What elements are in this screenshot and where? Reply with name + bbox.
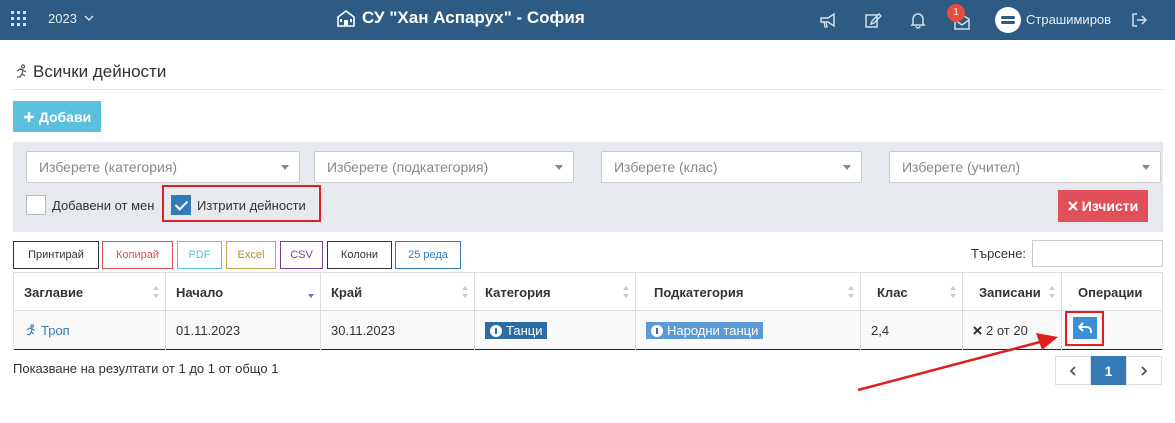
pagination: 1 bbox=[1055, 356, 1162, 385]
next-page-button[interactable] bbox=[1126, 356, 1162, 385]
page-title-text: Всички дейности bbox=[33, 62, 167, 81]
notification-badge: 1 bbox=[947, 4, 965, 22]
category-select[interactable]: Изберете (категория) bbox=[26, 151, 300, 183]
added-by-me-filter[interactable]: Добавени от мен bbox=[26, 194, 154, 216]
sort-desc-icon bbox=[308, 294, 314, 298]
clear-button-label: Изчисти bbox=[1081, 198, 1139, 214]
header-category[interactable]: Категория bbox=[474, 273, 635, 311]
category-select-placeholder: Изберете (категория) bbox=[39, 159, 178, 175]
info-icon bbox=[490, 324, 502, 337]
undo-icon bbox=[1078, 322, 1092, 333]
prev-page-button[interactable] bbox=[1055, 356, 1091, 385]
caret-down-icon bbox=[281, 165, 289, 170]
header-enrolled[interactable]: Записани bbox=[962, 273, 1061, 311]
search-label: Търсене: bbox=[971, 246, 1027, 261]
close-icon bbox=[973, 326, 982, 335]
logout-icon[interactable] bbox=[1130, 11, 1148, 29]
print-button[interactable]: Принтирай bbox=[13, 241, 99, 269]
activity-title-link[interactable]: Троп bbox=[41, 323, 70, 338]
school-name: СУ "Хан Аспарух" - София bbox=[336, 8, 585, 28]
header-class[interactable]: Клас bbox=[860, 273, 962, 311]
copy-button[interactable]: Копирай bbox=[102, 241, 173, 269]
page-button-1[interactable]: 1 bbox=[1091, 356, 1126, 385]
sort-icon bbox=[153, 286, 159, 298]
edit-icon[interactable] bbox=[864, 11, 882, 29]
divider bbox=[13, 89, 1163, 90]
added-by-me-checkbox[interactable] bbox=[26, 195, 46, 215]
chevron-down-icon[interactable] bbox=[84, 13, 94, 23]
caret-down-icon bbox=[555, 165, 563, 170]
subcategory-badge: Народни танци bbox=[646, 322, 764, 339]
running-person-icon bbox=[26, 324, 35, 336]
year-selector[interactable]: 2023 bbox=[48, 11, 77, 26]
add-button[interactable]: Добави bbox=[13, 101, 101, 132]
close-icon bbox=[1067, 201, 1078, 211]
sort-icon bbox=[950, 286, 956, 298]
table-row: Троп 01.11.2023 30.11.2023 Танци Народни… bbox=[13, 311, 1163, 350]
bell-icon[interactable] bbox=[909, 11, 927, 29]
added-by-me-label: Добавени от мен bbox=[52, 197, 155, 213]
cell-enrolled: 2 от 20 bbox=[962, 311, 1061, 350]
cell-category: Танци bbox=[474, 311, 635, 350]
header-start[interactable]: Начало bbox=[165, 273, 320, 311]
avatar[interactable] bbox=[995, 7, 1021, 33]
subcategory-select[interactable]: Изберете (подкатегория) bbox=[314, 151, 574, 183]
teacher-select-placeholder: Изберете (учител) bbox=[902, 159, 1021, 175]
teacher-select[interactable]: Изберете (учител) bbox=[889, 151, 1161, 183]
pdf-button[interactable]: PDF bbox=[177, 241, 222, 269]
info-icon bbox=[651, 324, 663, 337]
category-badge: Танци bbox=[485, 322, 548, 339]
rows-per-page-button[interactable]: 25 реда bbox=[395, 241, 461, 269]
username[interactable]: Страшимиров bbox=[1026, 12, 1111, 27]
csv-button[interactable]: CSV bbox=[280, 241, 323, 269]
columns-button[interactable]: Колони bbox=[327, 241, 392, 269]
add-button-label: Добави bbox=[38, 108, 92, 125]
cell-title[interactable]: Троп bbox=[13, 311, 165, 350]
header-subcategory[interactable]: Подкатегория bbox=[635, 273, 860, 311]
page-title: Всички дейности bbox=[13, 62, 166, 82]
excel-button[interactable]: Excel bbox=[226, 241, 276, 269]
sort-icon bbox=[848, 286, 854, 298]
header-title[interactable]: Заглавие bbox=[13, 273, 165, 311]
header-end[interactable]: Край bbox=[320, 273, 474, 311]
cell-start: 01.11.2023 bbox=[165, 311, 320, 350]
sort-icon bbox=[462, 286, 468, 298]
cell-class: 2,4 bbox=[860, 311, 962, 350]
results-info: Показване на резултати от 1 до 1 от общо… bbox=[13, 361, 279, 376]
activities-table: Заглавие Начало Край Категория Подкатего… bbox=[13, 272, 1163, 350]
sort-icon bbox=[623, 286, 629, 298]
chevron-left-icon bbox=[1069, 365, 1076, 376]
cell-end: 30.11.2023 bbox=[320, 311, 474, 350]
school-building-icon bbox=[337, 10, 355, 27]
plus-icon bbox=[23, 111, 34, 122]
class-select-placeholder: Изберете (клас) bbox=[614, 159, 718, 175]
top-navbar: 2023 СУ "Хан Аспарух" - София 1 Страшими… bbox=[0, 0, 1175, 40]
annotation-highlight-deleted-filter bbox=[162, 185, 321, 222]
clear-button[interactable]: Изчисти bbox=[1058, 190, 1148, 222]
restore-button[interactable] bbox=[1073, 317, 1097, 339]
subcategory-select-placeholder: Изберете (подкатегория) bbox=[327, 159, 489, 175]
sort-icon bbox=[1049, 286, 1055, 298]
header-operations: Операции bbox=[1061, 273, 1163, 311]
school-name-text: СУ "Хан Аспарух" - София bbox=[362, 8, 585, 27]
chevron-right-icon bbox=[1141, 365, 1148, 376]
apps-grid-icon[interactable] bbox=[11, 11, 27, 27]
cell-subcategory: Народни танци bbox=[635, 311, 860, 350]
search-input[interactable] bbox=[1032, 240, 1163, 267]
class-select[interactable]: Изберете (клас) bbox=[601, 151, 862, 183]
running-person-icon bbox=[16, 64, 27, 78]
caret-down-icon bbox=[843, 165, 851, 170]
caret-down-icon bbox=[1142, 165, 1150, 170]
table-header: Заглавие Начало Край Категория Подкатего… bbox=[13, 273, 1163, 311]
megaphone-icon[interactable] bbox=[819, 11, 837, 29]
